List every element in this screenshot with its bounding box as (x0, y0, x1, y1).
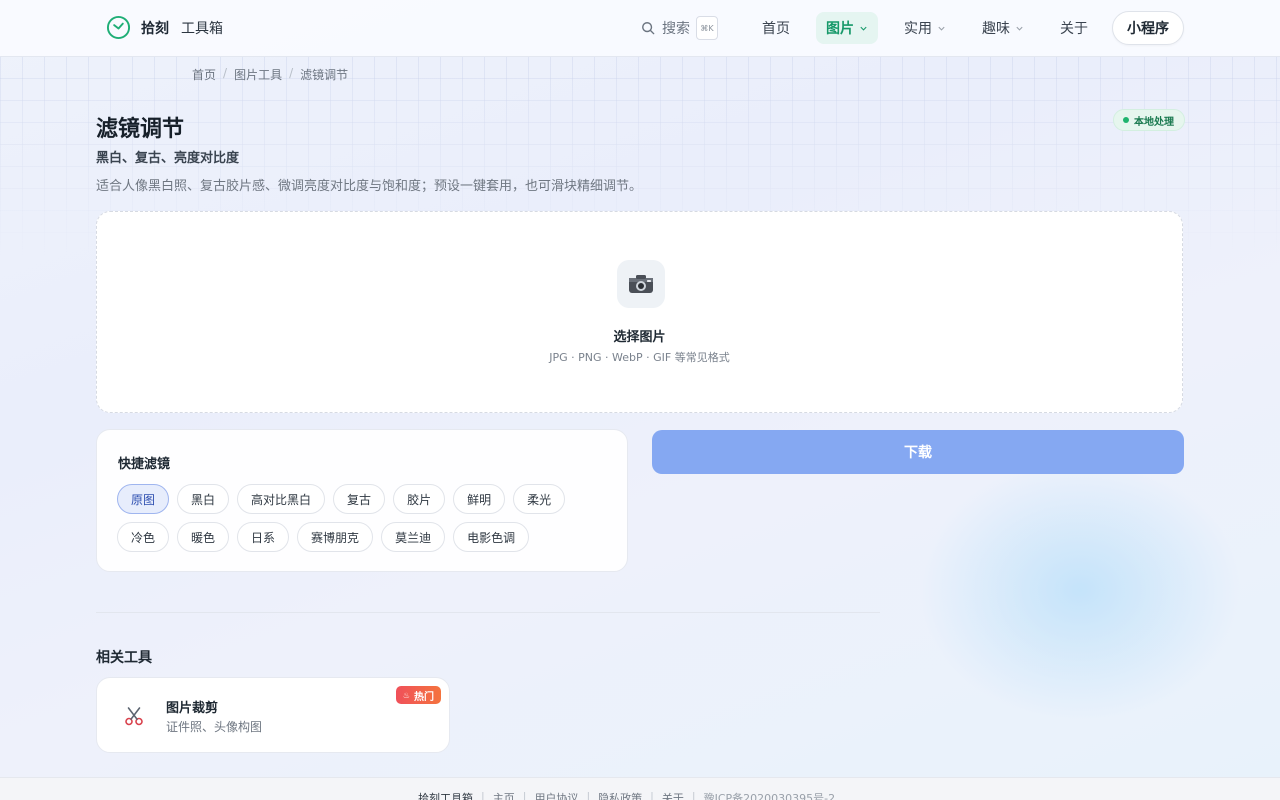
image-upload-dropzone[interactable]: 选择图片 JPG · PNG · WebP · GIF 等常见格式 (96, 211, 1183, 413)
filter-chip-film[interactable]: 胶片 (393, 484, 446, 514)
related-tool-card[interactable]: 图片裁剪 证件照、头像构图 ♨ 热门 (96, 677, 450, 753)
badge-label: 本地处理 (1134, 116, 1174, 128)
brand-sub: 工具箱 (181, 20, 223, 37)
footer-link-about[interactable]: 关于 (662, 790, 684, 800)
footer-separator: | (650, 790, 654, 800)
status-dot-icon (1123, 117, 1129, 123)
breadcrumb-image-tools[interactable]: 图片工具 (234, 66, 282, 83)
breadcrumb-current: 滤镜调节 (300, 68, 349, 82)
search-icon (642, 22, 655, 35)
search-label: 搜索 (662, 21, 690, 37)
hot-badge: ♨ 热门 (395, 686, 441, 704)
filter-chip-soft[interactable]: 柔光 (513, 484, 566, 514)
filter-chip-bw[interactable]: 黑白 (177, 484, 230, 514)
download-button[interactable]: 下载 (652, 430, 1184, 474)
page-footer: 拾刻工具箱 | 主页 | 用户协议 | 隐私政策 | 关于 | 豫ICP备202… (0, 777, 1280, 800)
brand-name: 拾刻 (141, 20, 169, 37)
page-subtitle: 黑白、复古、亮度对比度 (96, 151, 240, 166)
nav-fun-label: 趣味 (982, 21, 1010, 37)
nav-about-label: 关于 (1060, 21, 1088, 37)
filter-row-2: 冷色 暖色 日系 赛博朋克 莫兰迪 电影色调 (117, 522, 537, 552)
related-tool-desc: 证件照、头像构图 (166, 720, 263, 734)
filter-chip-high-contrast-bw[interactable]: 高对比黑白 (237, 484, 326, 514)
page-description: 适合人像黑白照、复古胶片感、微调亮度对比度与饱和度；预设一键套用，也可滑块精细调… (96, 179, 643, 194)
nav-practical[interactable]: 实用 (894, 12, 956, 44)
footer-brand: 拾刻工具箱 (418, 792, 473, 800)
breadcrumb-home[interactable]: 首页 (192, 66, 216, 83)
nav-images[interactable]: 图片 (816, 12, 878, 44)
footer-links: 拾刻工具箱 | 主页 | 用户协议 | 隐私政策 | 关于 | 豫ICP备202… (418, 790, 835, 800)
filter-chip-cool[interactable]: 冷色 (117, 522, 170, 552)
nav-images-label: 图片 (826, 21, 854, 37)
footer-separator: | (522, 790, 527, 800)
footer-separator: | (481, 790, 485, 800)
nav-about[interactable]: 关于 (1050, 12, 1098, 44)
page-title: 滤镜调节 (96, 117, 185, 142)
main-nav: 搜索 ⌘K 首页 图片 实用 趣味 关于 小程序 (641, 11, 1184, 45)
nav-home[interactable]: 首页 (752, 12, 800, 44)
related-tools-title: 相关工具 (96, 650, 152, 666)
nav-practical-label: 实用 (904, 21, 932, 37)
camera-icon (617, 260, 665, 308)
chevron-down-icon (938, 26, 945, 31)
filter-chip-japanese[interactable]: 日系 (237, 522, 290, 552)
filter-chip-vintage[interactable]: 复古 (333, 484, 386, 514)
chevron-down-icon (1016, 26, 1023, 31)
nav-fun[interactable]: 趣味 (972, 12, 1034, 44)
section-divider (96, 612, 880, 613)
top-header: 拾刻 工具箱 搜索 ⌘K 首页 图片 实用 趣味 关于 小程序 (0, 0, 1280, 57)
filter-row-1: 原图 黑白 高对比黑白 复古 胶片 鲜明 柔光 (117, 484, 573, 514)
footer-icp[interactable]: 豫ICP备2020030395号-2 (704, 790, 836, 800)
related-tool-name: 图片裁剪 (166, 701, 219, 716)
filter-chip-cyberpunk[interactable]: 赛博朋克 (297, 522, 374, 552)
background-glow (920, 460, 1240, 720)
mini-program-button[interactable]: 小程序 (1112, 11, 1184, 45)
breadcrumb-separator: / (223, 66, 228, 80)
scissors-icon (125, 707, 143, 726)
brand-link[interactable]: 拾刻 工具箱 (106, 15, 223, 40)
footer-separator: | (586, 790, 591, 800)
filter-chip-morandi[interactable]: 莫兰迪 (381, 522, 446, 552)
footer-link-terms[interactable]: 用户协议 (534, 790, 578, 800)
filter-chip-vivid[interactable]: 鲜明 (453, 484, 506, 514)
nav-home-label: 首页 (762, 21, 790, 37)
quick-filters-title: 快捷滤镜 (118, 457, 171, 472)
upload-hint: JPG · PNG · WebP · GIF 等常见格式 (549, 351, 730, 364)
footer-link-privacy[interactable]: 隐私政策 (598, 790, 642, 800)
chevron-down-icon (860, 26, 867, 31)
search-shortcut: ⌘K (696, 16, 718, 40)
footer-link-home[interactable]: 主页 (493, 790, 515, 800)
local-processing-badge: 本地处理 (1113, 109, 1185, 131)
footer-separator: | (691, 790, 696, 800)
filter-chip-cinematic[interactable]: 电影色调 (453, 522, 530, 552)
fire-icon: ♨ (402, 690, 410, 700)
breadcrumb-separator: / (289, 66, 294, 80)
filter-chip-warm[interactable]: 暖色 (177, 522, 230, 552)
search-button[interactable]: 搜索 ⌘K (641, 16, 718, 40)
clock-icon (106, 15, 131, 40)
hot-badge-label: 热门 (414, 691, 434, 703)
upload-title: 选择图片 (613, 330, 666, 345)
quick-filters-panel: 快捷滤镜 原图 黑白 高对比黑白 复古 胶片 鲜明 柔光 冷色 暖色 日系 赛博… (96, 429, 628, 572)
breadcrumb: 首页 / 图片工具 / 滤镜调节 (192, 66, 348, 83)
filter-chip-original[interactable]: 原图 (117, 484, 170, 514)
